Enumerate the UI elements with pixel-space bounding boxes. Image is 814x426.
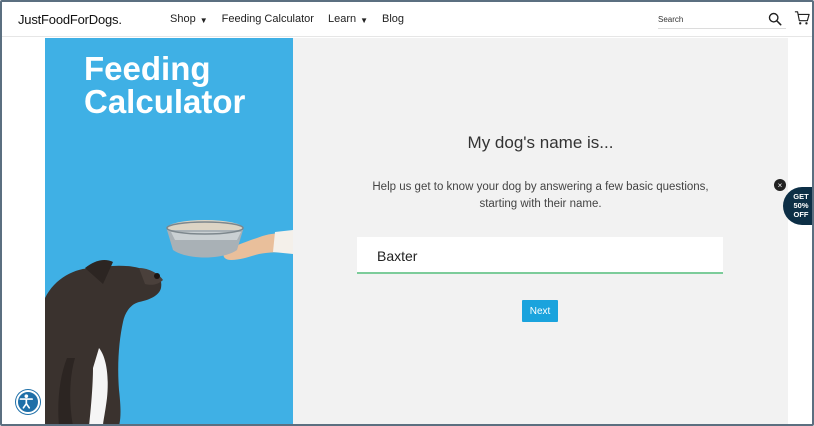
helper-text: Help us get to know your dog by answerin…: [372, 181, 709, 210]
chevron-down-icon: ▼: [199, 15, 208, 25]
site-logo[interactable]: JustFoodForDogs.: [18, 12, 122, 27]
nav-item-blog[interactable]: Blog: [382, 13, 404, 25]
promo-line-3: OFF: [793, 210, 809, 219]
calculator-form-panel: My dog's name is... Help us get to know …: [293, 38, 788, 424]
promo-line-2: 50%: [793, 201, 809, 210]
dog-name-field: [357, 237, 723, 274]
next-button[interactable]: Next: [522, 300, 558, 322]
nav-label-learn: Learn: [327, 13, 357, 25]
page-gutter: [788, 38, 812, 424]
search-icon[interactable]: [768, 12, 782, 26]
search-input[interactable]: [658, 11, 758, 27]
dog-name-input[interactable]: [377, 246, 707, 266]
close-icon[interactable]: ×: [774, 179, 786, 191]
nav-label-feeding-calculator: Feeding Calculator: [221, 13, 314, 25]
nav-item-feeding-calculator[interactable]: Feeding Calculator: [222, 13, 314, 25]
search-box: [658, 9, 786, 29]
cart-icon[interactable]: [794, 10, 810, 26]
promo-badge[interactable]: GET 50% OFF: [783, 187, 812, 225]
nav-label-blog: Blog: [382, 13, 405, 25]
chevron-down-icon: ▼: [360, 15, 369, 25]
nav-label-shop: Shop: [170, 13, 196, 25]
nav-item-learn[interactable]: Learn ▼: [328, 13, 368, 25]
main-nav: Shop ▼ Feeding Calculator Learn ▼ Blog: [170, 13, 404, 25]
hero-title-line-1: Feeding: [84, 50, 211, 87]
hero-panel: Feeding Calculator: [45, 38, 293, 424]
accessibility-icon: [19, 394, 34, 409]
accessibility-button[interactable]: [16, 390, 40, 414]
hero-title-line-2: Calculator: [84, 83, 246, 120]
hero-title: Feeding Calculator: [84, 52, 245, 118]
question-heading: My dog's name is...: [467, 133, 614, 152]
dog-with-bowl-illustration: [45, 220, 293, 424]
browser-frame: JustFoodForDogs. Shop ▼ Feeding Calculat…: [0, 0, 814, 426]
site-header: JustFoodForDogs. Shop ▼ Feeding Calculat…: [2, 2, 812, 37]
nav-item-shop[interactable]: Shop ▼: [170, 13, 208, 25]
promo-line-1: GET: [793, 192, 809, 201]
